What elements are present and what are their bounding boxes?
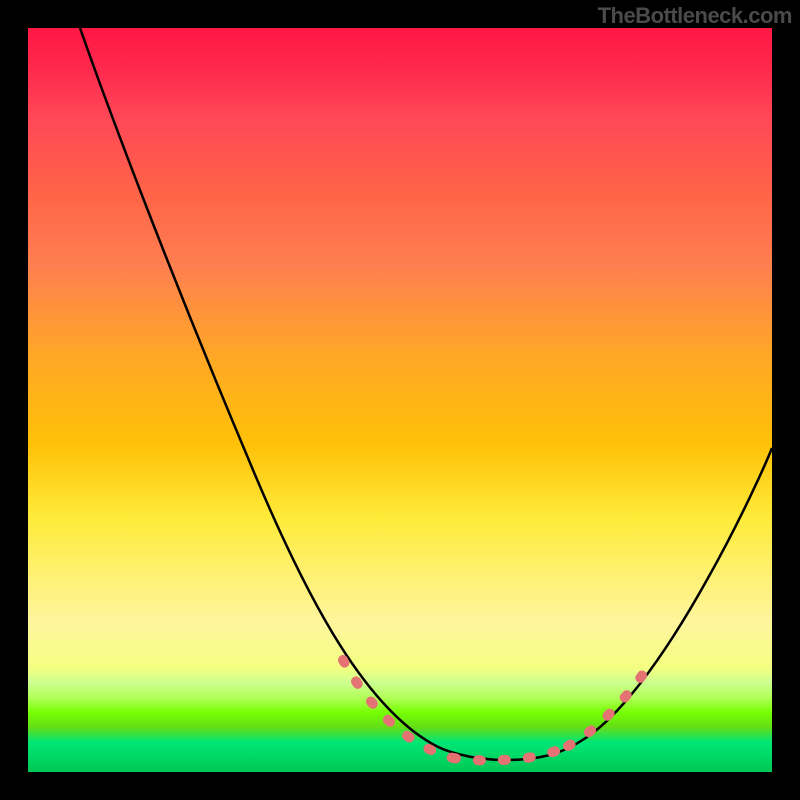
chart-container: TheBottleneck.com: [0, 0, 800, 800]
curve-svg: [28, 28, 772, 772]
bottleneck-curve: [80, 28, 772, 760]
dotted-segment-bottom: [453, 746, 568, 760]
watermark-text: TheBottleneck.com: [598, 3, 792, 29]
dotted-segment-right: [568, 658, 654, 746]
plot-area: [28, 28, 772, 772]
